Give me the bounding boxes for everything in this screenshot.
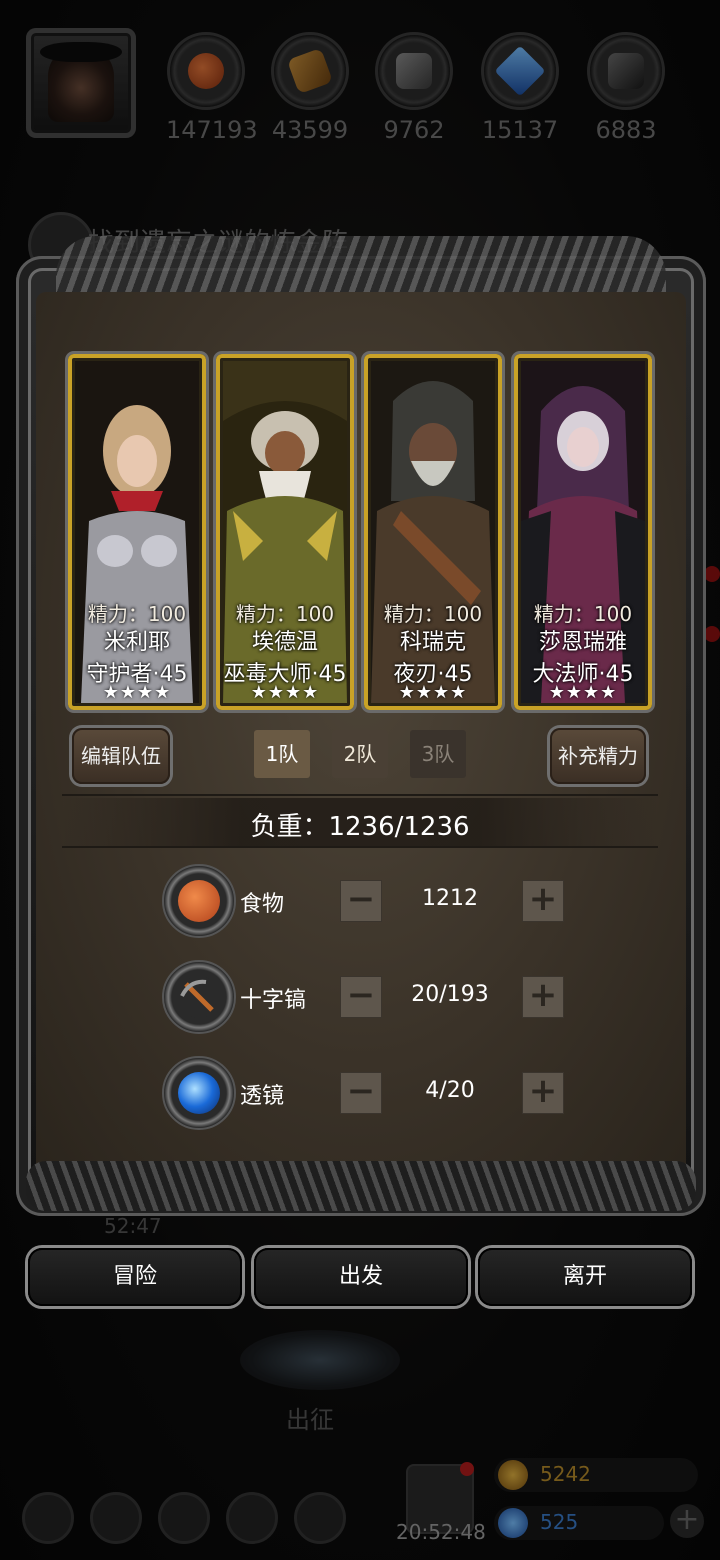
pickaxe-icon: [162, 960, 236, 1034]
hero-stars: ★★★★: [398, 682, 468, 703]
food-quantity: 1212: [422, 886, 478, 911]
hero-stars: ★★★★: [102, 682, 172, 703]
hero-stars: ★★★★: [250, 682, 320, 703]
hero-energy: 精力：100: [383, 602, 483, 626]
load-capacity: 负重：1236/1236: [250, 812, 470, 842]
tab-team-3[interactable]: 3队: [410, 730, 466, 778]
hero-energy: 精力：100: [235, 602, 335, 626]
food-minus-button[interactable]: −: [340, 880, 382, 922]
item-label-lens: 透镜: [240, 1084, 285, 1109]
hero-name: 米利耶: [103, 630, 170, 655]
food-plus-button[interactable]: +: [522, 880, 564, 922]
pickaxe-quantity: 20/193: [411, 982, 489, 1007]
pickaxe-minus-button[interactable]: −: [340, 976, 382, 1018]
food-icon: [162, 864, 236, 938]
hero-name: 科瑞克: [399, 630, 466, 655]
hero-card-edwin[interactable]: 精力：100 埃德温 巫毒大师·45 ★★★★: [216, 354, 354, 710]
dialog-bottom-ornament: [26, 1161, 696, 1211]
leave-button[interactable]: 离开: [478, 1248, 692, 1306]
tab-team-2[interactable]: 2队: [332, 730, 388, 778]
item-label-pickaxe: 十字镐: [240, 988, 307, 1013]
tab-team-1[interactable]: 1队: [254, 730, 310, 778]
refill-energy-button[interactable]: 补充精力: [550, 728, 646, 784]
divider: [62, 794, 658, 796]
hero-card-corrick[interactable]: 精力：100 科瑞克 夜刃·45 ★★★★: [364, 354, 502, 710]
lens-plus-button[interactable]: +: [522, 1072, 564, 1114]
edit-team-button[interactable]: 编辑队伍: [72, 728, 170, 784]
hero-name: 埃德温: [251, 630, 318, 655]
hero-energy: 精力：100: [87, 602, 187, 626]
hero-card-milie[interactable]: 精力：100 米利耶 守护者·45 ★★★★: [68, 354, 206, 710]
depart-button[interactable]: 出发: [254, 1248, 468, 1306]
hero-energy: 精力：100: [533, 602, 633, 626]
hero-name: 莎恩瑞雅: [538, 630, 627, 655]
pickaxe-plus-button[interactable]: +: [522, 976, 564, 1018]
item-label-food: 食物: [240, 892, 285, 917]
lens-minus-button[interactable]: −: [340, 1072, 382, 1114]
adventure-button[interactable]: 冒险: [28, 1248, 242, 1306]
divider: [62, 846, 658, 848]
lens-icon: [162, 1056, 236, 1130]
hero-stars: ★★★★: [548, 682, 618, 703]
lens-quantity: 4/20: [425, 1078, 475, 1103]
hero-card-sharenya[interactable]: 精力：100 莎恩瑞雅 大法师·45 ★★★★: [514, 354, 652, 710]
